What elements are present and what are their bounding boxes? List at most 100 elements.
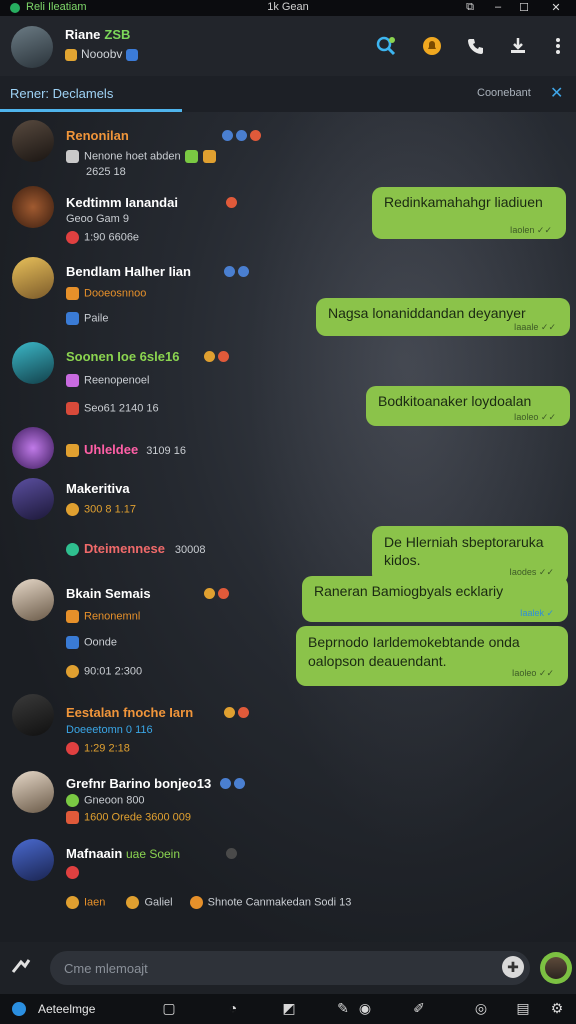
minimize-button[interactable]: – <box>490 1 506 13</box>
message-bubble[interactable]: Redinkamahahgr liadiuen Iaolen ✓✓ <box>372 187 566 239</box>
window-icon[interactable]: ▢ <box>160 1000 178 1017</box>
contact-detail-2: Oonde <box>84 636 118 649</box>
contact-line: Nenone hoet abden <box>66 150 221 163</box>
restore-icon[interactable]: ⧉ <box>462 1 478 14</box>
status-icon <box>226 848 237 859</box>
contact-detail: 3109 16 <box>146 445 186 457</box>
contact-detail: 300 8 1.17 <box>84 503 136 516</box>
tab-active[interactable]: Rener: Declamels <box>10 86 113 101</box>
item-icon <box>66 896 79 909</box>
message-bubble[interactable]: Bodkitoanaker loydoalan Iaoleo ✓✓ <box>366 386 570 426</box>
contact-avatar <box>12 186 54 228</box>
contact-avatar <box>12 257 54 299</box>
contact-avatar <box>12 342 54 384</box>
profile-status-row: Nooobv <box>65 47 139 61</box>
contact-line: Gneoon 800 <box>66 794 145 807</box>
contact-detail-2: Seo61 2140 16 <box>84 402 159 415</box>
message-text: Beprnodo Iarldemokebtande onda oalopson … <box>308 634 520 669</box>
message-text: Bodkitoanaker loydoalan <box>378 393 532 409</box>
contact-name-row: Mafnaain uae Soein <box>66 846 180 861</box>
edit-icon[interactable]: ✎ <box>334 1000 352 1017</box>
message-meta: Iaalek ✓ <box>519 608 554 618</box>
status-icon <box>226 197 237 208</box>
item-icon <box>66 402 79 415</box>
my-avatar[interactable] <box>540 952 572 984</box>
item-icon <box>66 794 79 807</box>
contact-avatar <box>12 579 54 621</box>
image-icon[interactable]: ◩ <box>280 1000 298 1017</box>
profile-name-row: Riane ZSB <box>65 27 130 42</box>
message-bubble[interactable]: Raneran Bamiogbyals ecklariy Iaalek ✓ <box>302 576 568 622</box>
chat-content: Renonilan Nenone hoet abden 2625 18 Kedt… <box>0 112 576 942</box>
status-icon <box>224 707 235 718</box>
message-text: Nagsa lonaniddandan deyanyer <box>328 305 526 321</box>
search-add-icon[interactable] <box>374 34 398 58</box>
attach-icon[interactable] <box>10 956 32 982</box>
bell-icon[interactable] <box>420 34 444 58</box>
status-icon <box>218 351 229 362</box>
contact-detail: Renonemnl <box>84 610 141 623</box>
download-icon[interactable] <box>506 34 530 58</box>
phone-icon[interactable] <box>464 34 488 58</box>
contact-line: Reenopenoel <box>66 374 149 387</box>
taskbar-label[interactable]: Aeteelmge <box>38 1002 95 1016</box>
contact-detail-3: 90:01 2:300 <box>84 665 143 678</box>
contact-line: 90:01 2:300 <box>66 665 142 678</box>
contact-avatar <box>12 120 54 162</box>
contact-line: Paile <box>66 312 108 325</box>
contact-line: 1:90 6606e <box>66 231 139 244</box>
contact-detail: Dooeosnnoo <box>84 287 147 300</box>
tab-bar-right-label[interactable]: Coonebant <box>477 87 531 99</box>
item-icon <box>189 896 203 909</box>
message-bubble[interactable]: Beprnodo Iarldemokebtande onda oalopson … <box>296 626 568 686</box>
heart-icon <box>66 231 79 244</box>
contact-detail: Geoo Gam 9 <box>66 213 129 225</box>
message-meta: Iaolen ✓✓ <box>509 225 552 235</box>
emoji-icon[interactable]: ✚ <box>502 956 524 978</box>
message-bubble[interactable]: Nagsa lonaniddandan deyanyer Iaaale ✓✓ <box>316 298 570 336</box>
pen-icon[interactable]: ✐ <box>410 1000 428 1017</box>
status-icon <box>218 588 229 599</box>
item-icon <box>66 811 79 824</box>
record-icon[interactable]: ◉ <box>356 1000 374 1017</box>
clock-icon[interactable]: ◔ <box>224 1000 242 1016</box>
contact-detail-2: 2625 18 <box>86 166 126 178</box>
user-avatar[interactable] <box>11 26 53 68</box>
start-icon[interactable] <box>12 1002 26 1016</box>
message-meta: Iaaale ✓✓ <box>513 322 556 332</box>
taskbar: Aeteelmge ▢ ◔ ◩ ✎ ◉ ✐ ◎ ▤ ⚙ <box>0 994 576 1024</box>
contact-line: Renonemnl <box>66 610 140 623</box>
profile-header: Riane ZSB Nooobv <box>0 16 576 76</box>
item-icon <box>66 374 79 387</box>
status-icon <box>238 707 249 718</box>
contact-name: Eestalan fnoche Iarn <box>66 705 194 720</box>
close-icon[interactable]: ✕ <box>550 83 563 103</box>
footer-item-a: Iaen <box>84 896 106 909</box>
contact-name: Kedtimm Ianandai <box>66 195 178 210</box>
item-icon <box>202 150 216 163</box>
item-icon <box>184 150 198 163</box>
contact-name: Uhleldee <box>84 442 139 457</box>
profile-name: Riane <box>65 27 101 42</box>
maximize-button[interactable]: ☐ <box>516 1 532 14</box>
contact-detail-2: 1600 Orede 3600 009 <box>84 811 192 824</box>
footer-row: Iaen Galiel Shnote Canmakedan Sodi 13 <box>66 896 351 909</box>
more-icon[interactable] <box>546 34 570 58</box>
contact-name: Grefnr Barino bonjeo13 <box>66 776 212 791</box>
contact-detail-2: 1:29 2:18 <box>84 742 130 755</box>
status-icon <box>204 351 215 362</box>
help-icon[interactable]: ◎ <box>472 1000 490 1017</box>
contact-name-tag: uae Soein <box>125 847 181 861</box>
status-icon <box>222 130 233 141</box>
close-window-button[interactable]: ✕ <box>548 1 564 14</box>
settings-icon[interactable]: ⚙ <box>548 1000 566 1017</box>
calendar-icon[interactable]: ▤ <box>514 1000 532 1017</box>
item-icon <box>66 444 79 458</box>
contact-name: Renonilan <box>66 128 129 143</box>
contact-avatar <box>12 427 54 469</box>
item-icon <box>126 896 140 909</box>
message-text: Redinkamahahgr liadiuen <box>384 194 543 210</box>
contact-name: Dteimennese <box>84 541 165 556</box>
item-icon <box>66 287 79 300</box>
contact-avatar <box>12 771 54 813</box>
